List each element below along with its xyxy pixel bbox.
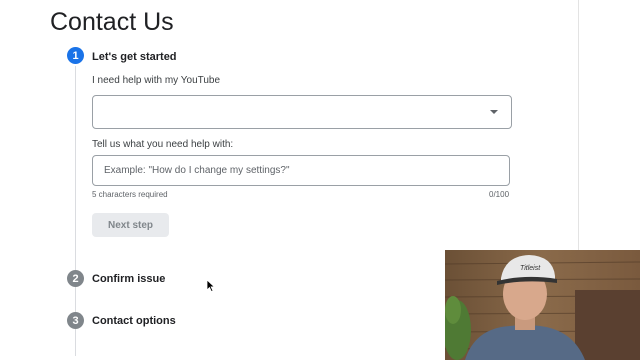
step-3-label[interactable]: Contact options [92, 315, 176, 327]
next-step-button[interactable]: Next step [92, 213, 169, 237]
character-requirement: 5 characters required [92, 190, 168, 199]
step-2-label[interactable]: Confirm issue [92, 273, 165, 285]
step-3-indicator: 3 [67, 312, 84, 329]
character-counter: 0/100 [489, 190, 510, 199]
product-field-label: I need help with my YouTube [92, 75, 221, 86]
step-1-label: Let's get started [92, 51, 177, 63]
cap-logo: Titleist [520, 265, 541, 272]
issue-input[interactable] [92, 155, 510, 186]
step-2-indicator: 2 [67, 270, 84, 287]
webcam-overlay: Titleist [445, 250, 640, 360]
issue-field-label: Tell us what you need help with: [92, 139, 234, 150]
product-select[interactable] [92, 95, 512, 129]
page-title: Contact Us [50, 8, 174, 36]
mouse-cursor-icon [206, 279, 216, 293]
presenter-video-image: Titleist [445, 250, 640, 360]
dropdown-arrow-icon [490, 110, 498, 114]
step-1-indicator: 1 [67, 47, 84, 64]
